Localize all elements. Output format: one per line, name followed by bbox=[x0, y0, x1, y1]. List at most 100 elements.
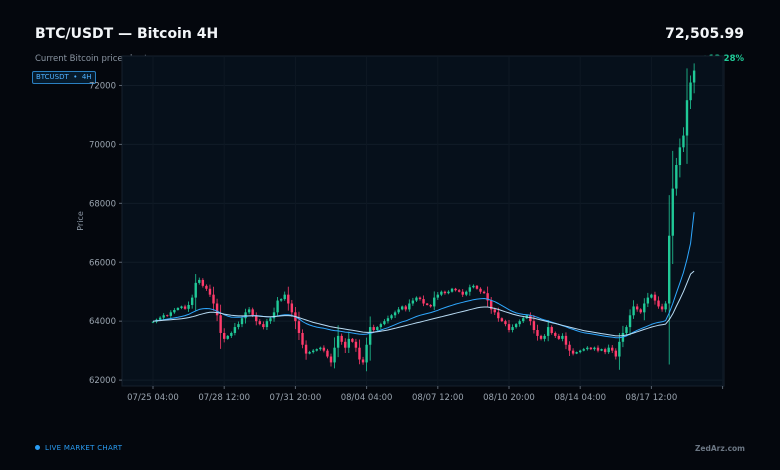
candle-body bbox=[692, 70, 696, 83]
candle-body bbox=[198, 279, 201, 283]
candle-body bbox=[689, 82, 692, 101]
candle-body bbox=[208, 288, 212, 295]
candle-body bbox=[290, 303, 294, 313]
candle-body bbox=[379, 324, 383, 328]
candle-body bbox=[479, 288, 482, 292]
candle-body bbox=[279, 299, 283, 301]
candle-body bbox=[532, 321, 536, 331]
live-market-indicator: LIVE MARKET CHART bbox=[35, 444, 122, 452]
candle-body bbox=[183, 306, 187, 309]
candle-body bbox=[340, 335, 343, 342]
candle-body bbox=[475, 285, 479, 289]
x-tick-label: 07/28 12:00 bbox=[198, 393, 250, 403]
x-tick-label: 08/04 04:00 bbox=[341, 393, 393, 403]
candle-body bbox=[668, 235, 671, 304]
candle-body bbox=[557, 335, 561, 339]
candle-body bbox=[685, 100, 689, 136]
candle-body bbox=[418, 297, 422, 300]
candle-body bbox=[632, 306, 635, 316]
candle-body bbox=[518, 321, 521, 325]
candle-body bbox=[333, 347, 336, 363]
candle-body bbox=[657, 300, 660, 307]
candle-body bbox=[212, 294, 215, 304]
candle-body bbox=[365, 344, 368, 363]
live-label: LIVE MARKET CHART bbox=[45, 444, 123, 452]
candle-body bbox=[593, 347, 596, 350]
candle-body bbox=[297, 321, 301, 333]
candlestick-chart[interactable]: 62000 64000 66000 68000 70000 72000 07/25 04:0… bbox=[0, 0, 780, 470]
candle-body bbox=[504, 321, 507, 325]
candle-body bbox=[522, 318, 525, 322]
candle-body bbox=[169, 312, 172, 316]
x-tick-label: 07/25 04:00 bbox=[127, 393, 179, 403]
candle-body bbox=[358, 347, 361, 360]
candle-body bbox=[575, 352, 578, 354]
candle-body bbox=[543, 335, 546, 339]
candle-body bbox=[539, 335, 543, 339]
candle-body bbox=[393, 312, 397, 316]
candle-body bbox=[344, 341, 347, 348]
candle-body bbox=[308, 352, 311, 354]
candle-body bbox=[457, 290, 461, 292]
candle-body bbox=[411, 300, 415, 304]
candle-body bbox=[436, 294, 439, 298]
candle-body bbox=[276, 300, 279, 313]
candle-body bbox=[440, 291, 443, 295]
candle-body bbox=[472, 285, 475, 288]
candle-body bbox=[425, 303, 429, 305]
candle-body bbox=[433, 297, 436, 307]
candle-body bbox=[166, 315, 169, 317]
candle-body bbox=[611, 347, 614, 351]
x-tick-label: 07/31 20:00 bbox=[270, 393, 322, 403]
candle-body bbox=[497, 312, 500, 319]
candle-body bbox=[158, 317, 162, 320]
candle-body bbox=[589, 347, 593, 350]
candle-body bbox=[376, 327, 379, 331]
candle-body bbox=[240, 318, 244, 325]
candle-body bbox=[564, 335, 568, 345]
candle-body bbox=[571, 350, 575, 354]
candle-body bbox=[603, 349, 607, 353]
candle-body bbox=[386, 318, 390, 322]
candle-body bbox=[187, 304, 190, 309]
candle-body bbox=[643, 303, 646, 313]
y-tick-label: 70000 bbox=[89, 140, 116, 150]
candle-body bbox=[404, 306, 407, 310]
candle-body bbox=[329, 356, 333, 363]
candle-body bbox=[653, 294, 657, 301]
candle-body bbox=[639, 309, 642, 313]
candle-body bbox=[194, 282, 197, 298]
candle-body bbox=[180, 306, 183, 308]
candle-body bbox=[625, 327, 628, 333]
candle-body bbox=[301, 332, 304, 345]
candle-body bbox=[383, 321, 386, 325]
candle-body bbox=[635, 306, 639, 310]
live-dot-icon bbox=[35, 444, 40, 450]
y-tick-label: 68000 bbox=[89, 199, 116, 209]
candle-body bbox=[618, 341, 621, 357]
candle-body bbox=[351, 338, 354, 342]
candle-body bbox=[660, 306, 664, 310]
plot-area bbox=[121, 55, 725, 387]
candle-body bbox=[507, 324, 511, 331]
x-tick-label: 08/07 12:00 bbox=[412, 393, 464, 403]
candle-body bbox=[151, 321, 155, 323]
candle-body bbox=[646, 297, 650, 304]
candle-body bbox=[226, 335, 229, 339]
candle-body bbox=[262, 324, 265, 328]
candle-body bbox=[586, 347, 589, 350]
candle-body bbox=[190, 297, 194, 305]
candle-body bbox=[429, 304, 432, 307]
candle-body bbox=[443, 291, 447, 294]
candle-body bbox=[205, 285, 208, 289]
candle-body bbox=[269, 318, 272, 322]
candle-body bbox=[251, 309, 254, 316]
candle-body bbox=[265, 321, 269, 328]
candle-body bbox=[304, 344, 308, 354]
x-tick-label: 08/14 04:00 bbox=[554, 393, 606, 403]
candle-body bbox=[287, 294, 290, 304]
candle-body bbox=[671, 188, 674, 236]
candle-body bbox=[454, 288, 457, 291]
candle-body bbox=[500, 318, 504, 322]
candle-body bbox=[650, 294, 653, 298]
